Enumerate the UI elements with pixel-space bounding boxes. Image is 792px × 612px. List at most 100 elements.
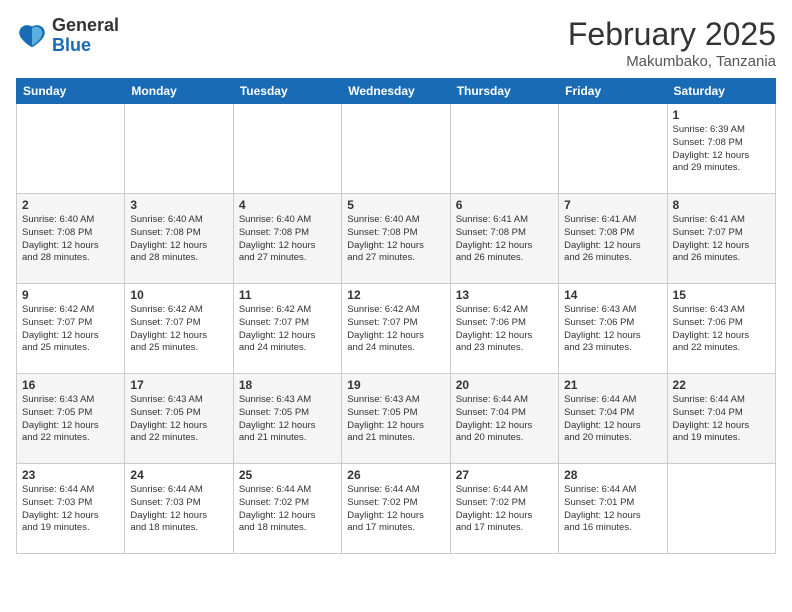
- weekday-header-monday: Monday: [125, 79, 233, 104]
- day-info: Sunrise: 6:43 AM Sunset: 7:05 PM Dayligh…: [130, 394, 227, 445]
- calendar-cell: 7Sunrise: 6:41 AM Sunset: 7:08 PM Daylig…: [559, 194, 667, 284]
- day-number: 28: [564, 468, 661, 482]
- calendar-cell: 15 Sunrise: 6:43 AM Sunset: 7:06 PM Dayli…: [667, 284, 775, 374]
- day-number: 14: [564, 288, 661, 302]
- weekday-header-sunday: Sunday: [17, 79, 125, 104]
- calendar-cell: 3 Sunrise: 6:40 AM Sunset: 7:08 PM Daylig…: [125, 194, 233, 284]
- day-info: Sunrise: 6:44 AM Sunset: 7:02 PM Dayligh…: [239, 484, 336, 535]
- day-info: Sunrise: 6:44 AM Sunset: 7:04 PM Dayligh…: [673, 394, 770, 445]
- day-info: Sunrise: 6:44 AM Sunset: 7:03 PM Dayligh…: [130, 484, 227, 535]
- weekday-header-thursday: Thursday: [450, 79, 558, 104]
- day-number: 5: [347, 198, 444, 212]
- calendar-cell: 18 Sunrise: 6:43 AM Sunset: 7:05 PM Dayli…: [233, 374, 341, 464]
- calendar-cell: 5 Sunrise: 6:40 AM Sunset: 7:08 PM Daylig…: [342, 194, 450, 284]
- day-info: Sunrise: 6:42 AM Sunset: 7:06 PM Dayligh…: [456, 304, 553, 355]
- day-number: 19: [347, 378, 444, 392]
- day-info: Sunrise: 6:43 AM Sunset: 7:06 PM Dayligh…: [564, 304, 661, 355]
- title-block: February 2025 Makumbako, Tanzania: [568, 16, 776, 70]
- calendar-cell: 10Sunrise: 6:42 AM Sunset: 7:07 PM Dayli…: [125, 284, 233, 374]
- day-info: Sunrise: 6:40 AM Sunset: 7:08 PM Dayligh…: [239, 214, 336, 265]
- calendar-cell: 26Sunrise: 6:44 AM Sunset: 7:02 PM Dayli…: [342, 464, 450, 554]
- day-number: 17: [130, 378, 227, 392]
- day-number: 15: [673, 288, 770, 302]
- day-info: Sunrise: 6:44 AM Sunset: 7:04 PM Dayligh…: [456, 394, 553, 445]
- calendar-week-row: 2 Sunrise: 6:40 AM Sunset: 7:08 PM Daylig…: [17, 194, 776, 284]
- calendar-cell: 11Sunrise: 6:42 AM Sunset: 7:07 PM Dayli…: [233, 284, 341, 374]
- day-number: 21: [564, 378, 661, 392]
- calendar-cell: 16 Sunrise: 6:43 AM Sunset: 7:05 PM Dayli…: [17, 374, 125, 464]
- day-number: 3: [130, 198, 227, 212]
- calendar-cell: 14 Sunrise: 6:43 AM Sunset: 7:06 PM Dayli…: [559, 284, 667, 374]
- day-info: Sunrise: 6:44 AM Sunset: 7:04 PM Dayligh…: [564, 394, 661, 445]
- day-number: 13: [456, 288, 553, 302]
- calendar-week-row: 23Sunrise: 6:44 AM Sunset: 7:03 PM Dayli…: [17, 464, 776, 554]
- day-info: Sunrise: 6:40 AM Sunset: 7:08 PM Dayligh…: [130, 214, 227, 265]
- calendar-cell: 13 Sunrise: 6:42 AM Sunset: 7:06 PM Dayli…: [450, 284, 558, 374]
- day-number: 18: [239, 378, 336, 392]
- calendar-cell: [450, 104, 558, 194]
- calendar-cell: 25 Sunrise: 6:44 AM Sunset: 7:02 PM Dayli…: [233, 464, 341, 554]
- calendar-cell: 24 Sunrise: 6:44 AM Sunset: 7:03 PM Dayli…: [125, 464, 233, 554]
- day-info: Sunrise: 6:44 AM Sunset: 7:03 PM Dayligh…: [22, 484, 119, 535]
- weekday-header-row: SundayMondayTuesdayWednesdayThursdayFrid…: [17, 79, 776, 104]
- day-info: Sunrise: 6:42 AM Sunset: 7:07 PM Dayligh…: [239, 304, 336, 355]
- day-number: 22: [673, 378, 770, 392]
- calendar-cell: 6 Sunrise: 6:41 AM Sunset: 7:08 PM Daylig…: [450, 194, 558, 284]
- day-info: Sunrise: 6:44 AM Sunset: 7:01 PM Dayligh…: [564, 484, 661, 535]
- day-info: Sunrise: 6:41 AM Sunset: 7:08 PM Dayligh…: [564, 214, 661, 265]
- weekday-header-wednesday: Wednesday: [342, 79, 450, 104]
- day-number: 10: [130, 288, 227, 302]
- day-info: Sunrise: 6:39 AM Sunset: 7:08 PM Dayligh…: [673, 124, 770, 175]
- day-info: Sunrise: 6:43 AM Sunset: 7:06 PM Dayligh…: [673, 304, 770, 355]
- weekday-header-saturday: Saturday: [667, 79, 775, 104]
- month-title: February 2025: [568, 16, 776, 53]
- calendar-cell: 20 Sunrise: 6:44 AM Sunset: 7:04 PM Dayli…: [450, 374, 558, 464]
- page-header: General Blue February 2025 Makumbako, Ta…: [16, 16, 776, 70]
- day-number: 16: [22, 378, 119, 392]
- weekday-header-friday: Friday: [559, 79, 667, 104]
- calendar-cell: [233, 104, 341, 194]
- calendar-table: SundayMondayTuesdayWednesdayThursdayFrid…: [16, 78, 776, 554]
- day-number: 1: [673, 108, 770, 122]
- calendar-cell: 19Sunrise: 6:43 AM Sunset: 7:05 PM Dayli…: [342, 374, 450, 464]
- calendar-week-row: 9Sunrise: 6:42 AM Sunset: 7:07 PM Daylig…: [17, 284, 776, 374]
- day-number: 8: [673, 198, 770, 212]
- day-number: 25: [239, 468, 336, 482]
- calendar-cell: 23Sunrise: 6:44 AM Sunset: 7:03 PM Dayli…: [17, 464, 125, 554]
- location: Makumbako, Tanzania: [568, 53, 776, 70]
- logo-icon: [16, 20, 48, 52]
- weekday-header-tuesday: Tuesday: [233, 79, 341, 104]
- calendar-cell: 8 Sunrise: 6:41 AM Sunset: 7:07 PM Daylig…: [667, 194, 775, 284]
- day-info: Sunrise: 6:40 AM Sunset: 7:08 PM Dayligh…: [22, 214, 119, 265]
- day-number: 20: [456, 378, 553, 392]
- calendar-cell: [667, 464, 775, 554]
- calendar-cell: 9Sunrise: 6:42 AM Sunset: 7:07 PM Daylig…: [17, 284, 125, 374]
- calendar-cell: 21 Sunrise: 6:44 AM Sunset: 7:04 PM Dayli…: [559, 374, 667, 464]
- calendar-cell: 4 Sunrise: 6:40 AM Sunset: 7:08 PM Daylig…: [233, 194, 341, 284]
- logo-blue: Blue: [52, 35, 91, 55]
- day-info: Sunrise: 6:44 AM Sunset: 7:02 PM Dayligh…: [456, 484, 553, 535]
- day-info: Sunrise: 6:43 AM Sunset: 7:05 PM Dayligh…: [239, 394, 336, 445]
- calendar-cell: 12Sunrise: 6:42 AM Sunset: 7:07 PM Dayli…: [342, 284, 450, 374]
- day-info: Sunrise: 6:40 AM Sunset: 7:08 PM Dayligh…: [347, 214, 444, 265]
- calendar-cell: [559, 104, 667, 194]
- day-info: Sunrise: 6:42 AM Sunset: 7:07 PM Dayligh…: [22, 304, 119, 355]
- day-number: 12: [347, 288, 444, 302]
- day-info: Sunrise: 6:43 AM Sunset: 7:05 PM Dayligh…: [22, 394, 119, 445]
- day-number: 4: [239, 198, 336, 212]
- calendar-cell: 17 Sunrise: 6:43 AM Sunset: 7:05 PM Dayli…: [125, 374, 233, 464]
- logo-text: General Blue: [52, 16, 119, 56]
- day-number: 26: [347, 468, 444, 482]
- day-number: 6: [456, 198, 553, 212]
- day-number: 27: [456, 468, 553, 482]
- calendar-week-row: 16 Sunrise: 6:43 AM Sunset: 7:05 PM Dayli…: [17, 374, 776, 464]
- calendar-cell: [342, 104, 450, 194]
- logo-general: General: [52, 15, 119, 35]
- calendar-week-row: 1 Sunrise: 6:39 AM Sunset: 7:08 PM Daylig…: [17, 104, 776, 194]
- day-number: 24: [130, 468, 227, 482]
- day-info: Sunrise: 6:41 AM Sunset: 7:08 PM Dayligh…: [456, 214, 553, 265]
- day-number: 2: [22, 198, 119, 212]
- day-info: Sunrise: 6:41 AM Sunset: 7:07 PM Dayligh…: [673, 214, 770, 265]
- calendar-cell: 27 Sunrise: 6:44 AM Sunset: 7:02 PM Dayli…: [450, 464, 558, 554]
- calendar-cell: [17, 104, 125, 194]
